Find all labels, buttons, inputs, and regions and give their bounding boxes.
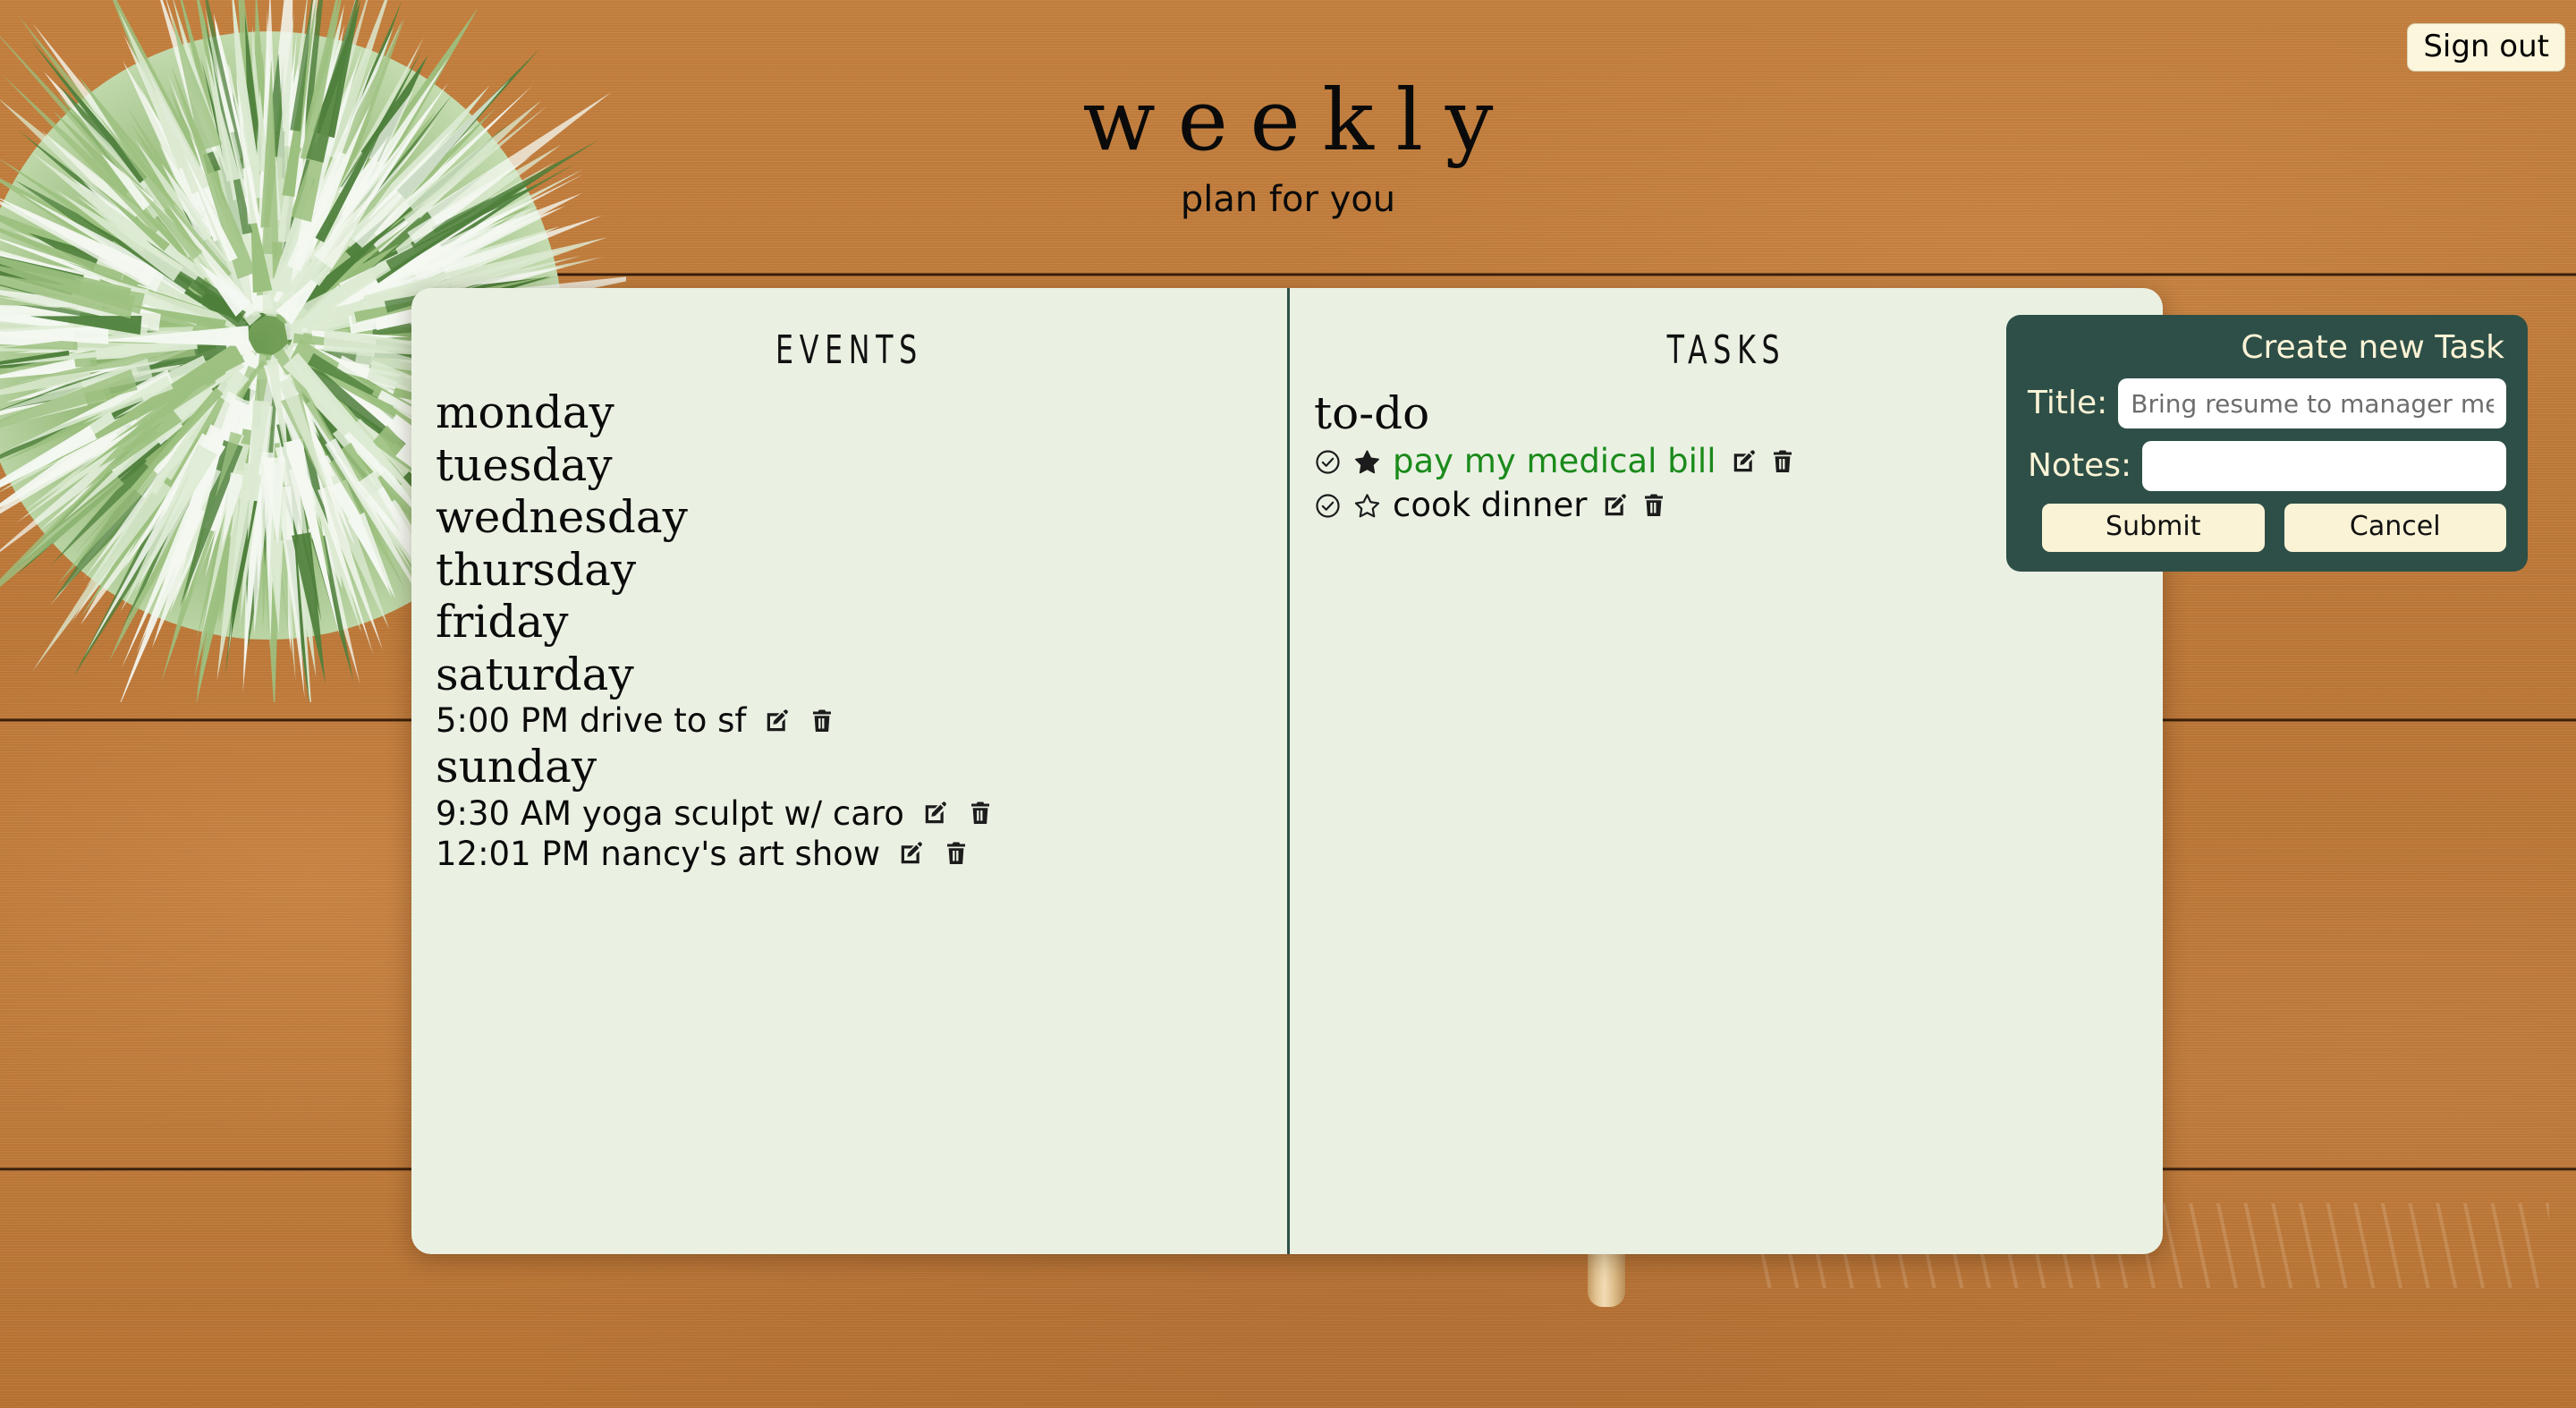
day-name: wednesday [436,491,688,543]
day-name: tuesday [436,438,613,491]
event-text: 12:01 PM nancy's art show [436,834,881,873]
events-list: monday tuesday wednesday thursday friday satu… [411,370,1287,874]
trash-icon[interactable] [1769,448,1796,475]
notes-field-label: Notes: [2028,447,2132,484]
title-field-row: Title: [2028,378,2506,428]
event-row: 12:01 PM nancy's art show [436,834,1287,874]
trash-icon[interactable] [809,708,835,734]
notes-field-row: Notes: [2028,441,2506,491]
edit-icon[interactable] [922,800,949,827]
create-task-panel: Create new Task Title: Notes: Submit Can… [2006,315,2528,572]
event-row: 9:30 AM yoga sculpt w/ caro [436,793,1287,834]
edit-icon[interactable] [764,708,791,734]
edit-icon[interactable] [1731,448,1758,475]
app-header: weekly plan for you [0,72,2576,220]
title-field-label: Title: [2028,385,2108,421]
notebook: EVENTS monday tuesday wednesday thursday fri… [411,288,2163,1254]
trash-icon[interactable] [967,800,994,827]
task-notes-input[interactable] [2142,441,2506,491]
sign-out-button[interactable]: Sign out [2407,23,2565,72]
pencil-decoration [1588,1248,1625,1307]
check-circle-icon[interactable] [1314,448,1342,476]
event-row: 5:00 PM drive to sf [436,700,1287,741]
cancel-button[interactable]: Cancel [2284,504,2506,552]
task-title-input[interactable] [2118,378,2506,428]
edit-icon[interactable] [898,840,925,867]
page-subtitle: plan for you [1180,179,1396,220]
tasks-heading: TASKS [1666,327,1786,373]
day-name: saturday [436,648,634,700]
events-page: EVENTS monday tuesday wednesday thursday fri… [411,288,1287,1254]
trash-icon[interactable] [1640,492,1667,519]
page-title: weekly [1082,72,1516,170]
star-outline-icon[interactable] [1353,492,1381,520]
day-name: thursday [436,543,637,596]
day-name: monday [436,386,614,438]
check-circle-icon[interactable] [1314,492,1342,520]
day-name: sunday [436,741,597,793]
task-text: cook dinner [1393,485,1588,524]
trash-icon[interactable] [943,840,970,867]
day-name: friday [436,596,569,648]
star-filled-icon[interactable] [1353,448,1381,476]
panel-button-row: Submit Cancel [2028,504,2506,552]
events-heading: EVENTS [775,327,923,373]
edit-icon[interactable] [1602,492,1629,519]
plank-seam [0,273,2576,276]
task-text: pay my medical bill [1393,442,1716,480]
submit-button[interactable]: Submit [2042,504,2265,552]
event-text: 9:30 AM yoga sculpt w/ caro [436,793,904,833]
event-text: 5:00 PM drive to sf [436,701,747,740]
create-task-title: Create new Task [2241,329,2504,366]
